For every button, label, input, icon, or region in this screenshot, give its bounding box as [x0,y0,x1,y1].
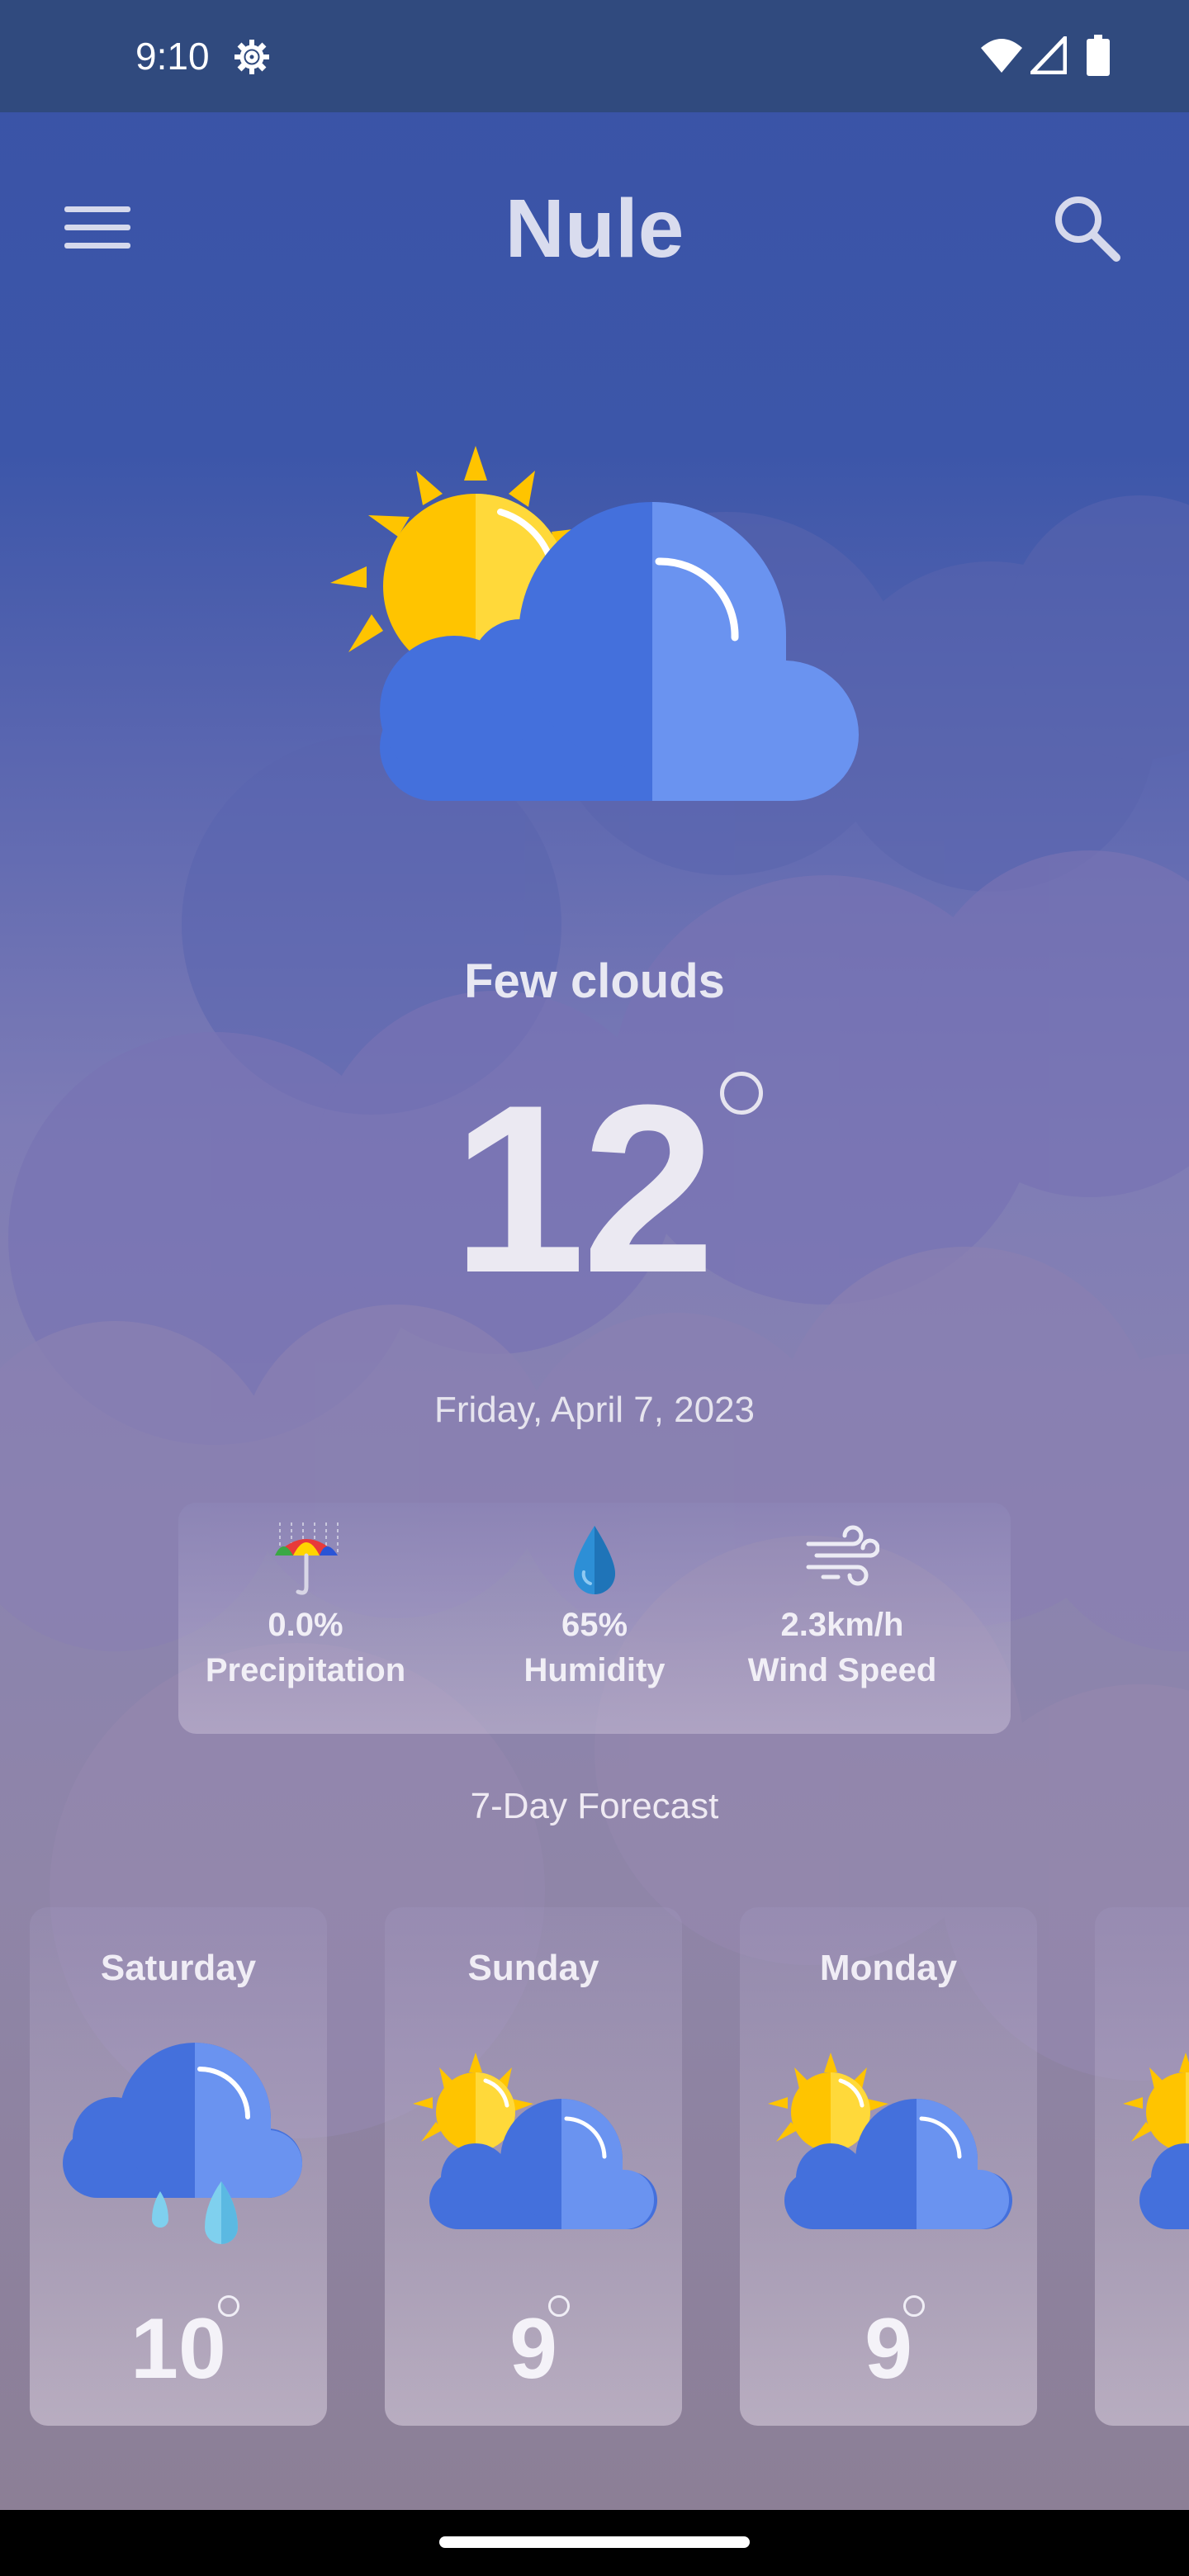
rain-cloud-icon [63,2043,302,2244]
forecast-temperature: 9 [509,2301,557,2397]
forecast-heading: 7-Day Forecast [470,1786,719,1826]
gear-icon [234,40,269,74]
current-temperature: 12 [452,1055,716,1323]
forecast-day: Saturday [100,1948,257,1988]
wind-speed-label: Wind Speed [747,1652,937,1688]
sun-behind-cloud-icon [768,2053,1012,2229]
sun-behind-cloud-icon [413,2053,657,2229]
sun-behind-cloud-icon [330,446,859,801]
forecast-day: T [1095,1944,1189,1993]
degree-symbol [548,2295,570,2317]
forecast-temperature: 9 [865,2301,912,2397]
stat-precipitation: 0.0% Precipitation [182,1522,429,1694]
degree-symbol [218,2295,239,2317]
forecast-card-partial[interactable]: T [1095,1907,1189,2426]
precipitation-label: Precipitation [205,1652,406,1688]
umbrella-rain-icon [275,1522,339,1595]
stat-wind-speed: 2.3km/h Wind Speed [718,1522,966,1694]
forecast-card-saturday[interactable]: Saturday 10 [30,1907,327,2426]
humidity-label: Humidity [523,1652,666,1688]
sun-behind-cloud-icon [1123,2053,1189,2229]
wind-speed-value: 2.3km/h [780,1607,904,1643]
current-date: Friday, April 7, 2023 [433,1390,756,1430]
signal-icon [1030,36,1067,74]
status-bar: 9:10 [0,0,1189,112]
forecast-temperature: 10 [130,2301,226,2397]
humidity-value: 65% [561,1607,628,1643]
wind-icon [806,1525,879,1586]
status-time: 9:10 [135,35,210,78]
forecast-day: Sunday [467,1948,599,1988]
degree-symbol [903,2295,925,2317]
home-gesture-handle[interactable] [439,2536,750,2548]
precipitation-value: 0.0% [268,1607,343,1643]
forecast-card-sunday[interactable]: Sunday 9 [385,1907,682,2426]
stat-humidity: 65% Humidity [471,1522,718,1694]
forecast-card-monday[interactable]: Monday 9 [740,1907,1037,2426]
degree-symbol [720,1072,763,1115]
wifi-icon [981,39,1022,73]
search-button[interactable] [1045,187,1128,269]
weather-stats-card: 0.0% Precipitation 65% Humidity 2.3km/h … [178,1503,1011,1734]
forecast-day: Monday [819,1948,958,1988]
app-title: Nule [504,182,685,275]
water-drop-icon [574,1526,615,1594]
weather-condition: Few clouds [464,954,725,1008]
battery-icon [1087,35,1110,76]
